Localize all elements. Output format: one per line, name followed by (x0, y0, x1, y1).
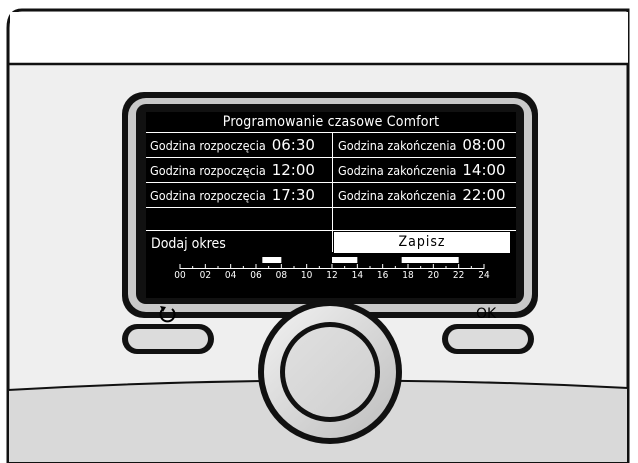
end-time-value: 08:00 (462, 136, 506, 154)
add-period-button[interactable]: Dodaj okres (151, 235, 226, 253)
divider (146, 230, 516, 231)
end-label: Godzina zakończenia (338, 163, 457, 178)
start-time-row-2[interactable]: Godzina rozpoczęcia 12:00 (150, 161, 315, 180)
divider (146, 157, 516, 158)
timeline-tick-label: 02 (199, 270, 212, 281)
start-time-value: 12:00 (271, 161, 315, 179)
timeline-tick-label: 00 (174, 270, 186, 281)
back-button[interactable] (122, 324, 214, 354)
end-time-row-1[interactable]: Godzina zakończenia 08:00 (338, 136, 506, 155)
ok-label: OK (476, 306, 497, 322)
undo-arrow-icon (159, 306, 176, 323)
start-time-value: 17:30 (271, 186, 315, 204)
start-label: Godzina rozpoczęcia (150, 138, 266, 153)
rotary-knob[interactable] (258, 300, 402, 444)
divider (146, 182, 516, 183)
timeline-graphic (179, 257, 485, 269)
timeline-tick-label: 22 (452, 270, 465, 281)
timeline-tick-label: 06 (250, 270, 262, 281)
timeline-period-bar (332, 257, 358, 263)
start-label: Godzina rozpoczęcia (150, 188, 266, 203)
timeline-tick-label: 08 (275, 270, 288, 281)
end-time-row-3[interactable]: Godzina zakończenia 22:00 (338, 186, 506, 205)
timeline-tick-label: 14 (351, 270, 364, 281)
end-time-value: 14:00 (462, 161, 506, 179)
divider (332, 230, 333, 252)
lcd-screen: Programowanie czasowe Comfort Godzina ro… (146, 112, 516, 298)
timeline-tick-label: 12 (326, 270, 338, 281)
save-button[interactable]: Zapisz (334, 232, 510, 253)
start-time-value: 06:30 (271, 136, 315, 154)
end-label: Godzina zakończenia (338, 138, 457, 153)
timeline-tick-label: 04 (224, 270, 237, 281)
start-time-row-3[interactable]: Godzina rozpoczęcia 17:30 (150, 186, 315, 205)
empty-slot-end[interactable] (333, 208, 516, 230)
timeline-tick-label: 18 (402, 270, 414, 281)
schedule-timeline: 00 02 04 06 08 10 12 14 16 18 20 22 24 (174, 256, 496, 292)
timeline-tick-label: 10 (300, 270, 313, 281)
timeline-baseline (180, 268, 484, 269)
timeline-period-bar (262, 257, 282, 263)
screen-title: Programowanie czasowe Comfort (222, 114, 440, 130)
timeline-tick-label: 16 (376, 270, 389, 281)
end-time-value: 22:00 (462, 186, 506, 204)
timeline-tick-label: 24 (478, 270, 490, 281)
empty-slot-start[interactable] (146, 208, 332, 230)
start-label: Godzina rozpoczęcia (150, 163, 266, 178)
ok-button[interactable] (442, 324, 534, 354)
end-label: Godzina zakończenia (338, 188, 457, 203)
divider (146, 132, 516, 133)
end-time-row-2[interactable]: Godzina zakończenia 14:00 (338, 161, 506, 180)
timeline-period-bar (401, 257, 459, 263)
start-time-row-1[interactable]: Godzina rozpoczęcia 06:30 (150, 136, 315, 155)
timeline-tick-label: 20 (427, 270, 440, 281)
